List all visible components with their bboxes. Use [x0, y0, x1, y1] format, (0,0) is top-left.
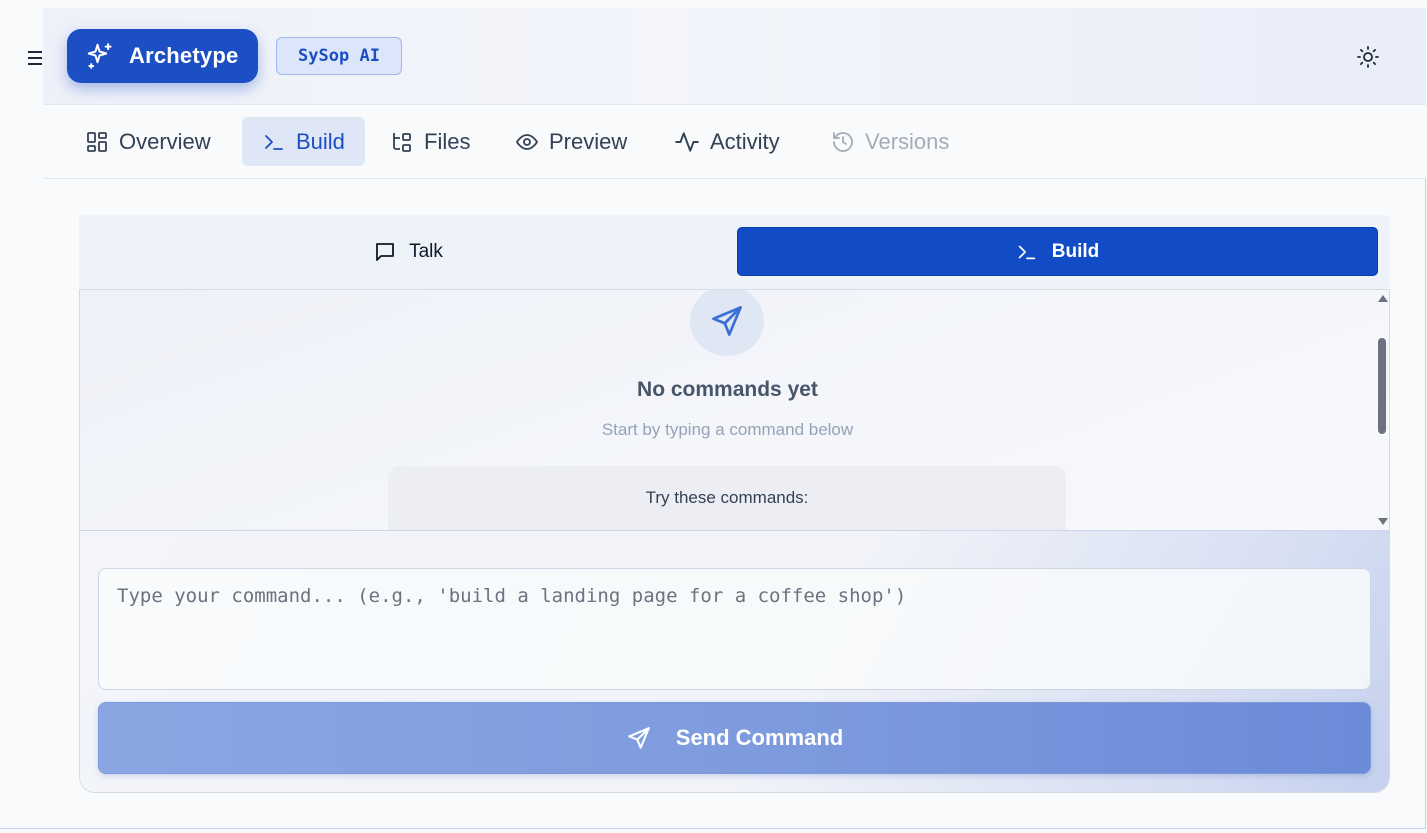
command-history[interactable]: No commands yet Start by typing a comman… — [80, 290, 1389, 531]
history-icon — [831, 130, 855, 154]
message-square-icon — [373, 240, 397, 264]
mode-switcher: Talk Build — [79, 215, 1390, 289]
empty-state-title: No commands yet — [637, 378, 818, 401]
tab-activity[interactable]: Activity — [654, 117, 800, 166]
send-icon — [626, 725, 652, 751]
tab-activity-label: Activity — [710, 128, 780, 154]
empty-state-subtitle: Start by typing a command below — [601, 420, 854, 439]
scroll-down-arrow-icon[interactable] — [1378, 518, 1388, 525]
send-command-label: Send Command — [675, 725, 844, 750]
tab-build-label: Build — [296, 128, 345, 154]
command-input[interactable] — [98, 568, 1371, 690]
send-command-button[interactable]: Send Command — [98, 702, 1371, 774]
theme-toggle-button[interactable] — [1354, 43, 1382, 71]
send-icon — [709, 303, 745, 339]
terminal-icon — [262, 130, 286, 154]
empty-state-icon-circle — [690, 290, 764, 356]
brand-button[interactable]: Archetype — [67, 29, 258, 83]
tab-preview[interactable]: Preview — [495, 117, 647, 166]
sun-icon — [1356, 45, 1380, 69]
suggestions-box: Try these commands: — [388, 466, 1066, 530]
tab-files[interactable]: Files — [370, 117, 490, 166]
tab-overview-label: Overview — [119, 128, 211, 154]
eye-icon — [515, 130, 539, 154]
terminal-icon — [1016, 241, 1038, 263]
main-tabs: Overview Build Files Preview Activity Ve… — [43, 105, 1426, 179]
command-composer: Send Command — [80, 531, 1389, 792]
suggestions-title: Try these commands: — [645, 488, 809, 507]
tab-preview-label: Preview — [549, 128, 628, 154]
build-mode-label: Build — [1051, 240, 1100, 262]
file-tree-icon — [390, 130, 414, 154]
tab-files-label: Files — [424, 128, 471, 154]
scroll-up-arrow-icon[interactable] — [1378, 295, 1388, 302]
tab-build[interactable]: Build — [242, 117, 365, 166]
brand-label: Archetype — [129, 43, 239, 68]
tab-versions-label: Versions — [865, 128, 950, 154]
tab-overview[interactable]: Overview — [65, 117, 231, 166]
menu-icon[interactable] — [28, 50, 42, 66]
sparkles-icon — [85, 41, 115, 71]
build-mode-button[interactable]: Build — [737, 227, 1378, 276]
talk-mode-button[interactable]: Talk — [79, 227, 737, 276]
layout-grid-icon — [85, 130, 109, 154]
talk-mode-label: Talk — [409, 240, 443, 262]
tab-versions: Versions — [811, 117, 969, 166]
app-page: Archetype SySop AI Overview Build Files … — [0, 0, 1427, 833]
command-panel: No commands yet Start by typing a comman… — [79, 289, 1390, 793]
assistant-badge: SySop AI — [276, 37, 402, 75]
activity-pulse-icon — [674, 129, 700, 155]
scroll-thumb[interactable] — [1378, 338, 1386, 434]
history-scrollbar[interactable] — [1375, 290, 1389, 530]
